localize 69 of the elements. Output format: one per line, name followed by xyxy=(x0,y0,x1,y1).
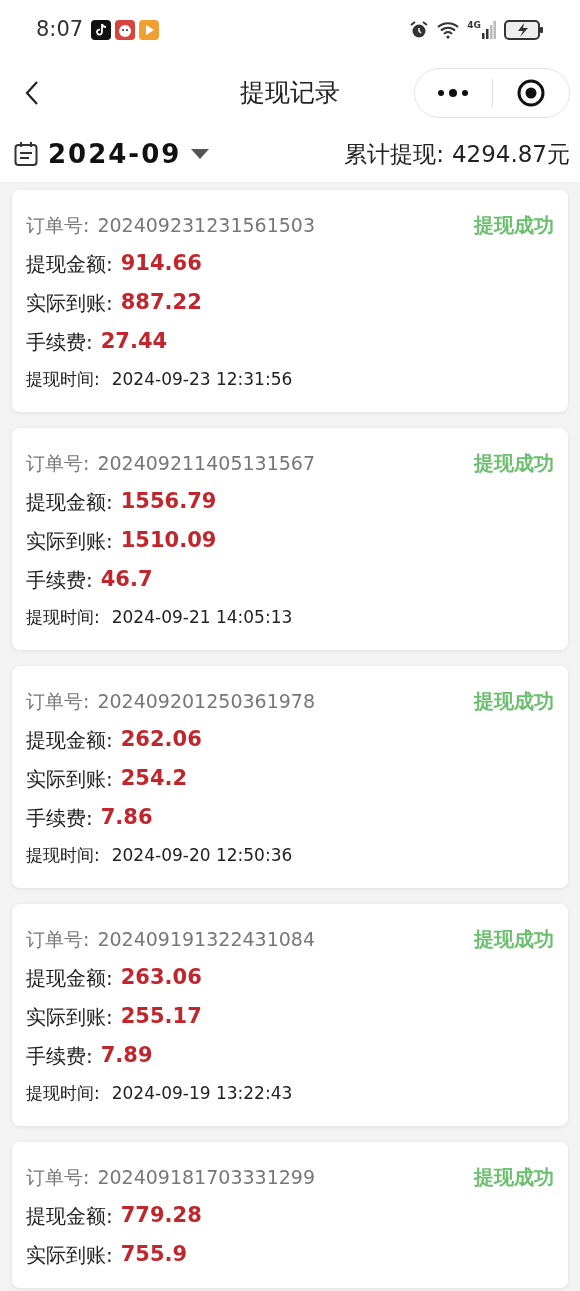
field-label: 提现金额: xyxy=(26,727,113,754)
signal-icon xyxy=(482,21,496,39)
time-value: 2024-09-19 13:22:43 xyxy=(111,1082,293,1106)
time-value: 2024-09-20 12:50:36 xyxy=(111,844,293,868)
total-label: 累计提现: xyxy=(344,139,444,169)
month-picker[interactable]: 2024-09 xyxy=(14,134,210,174)
status-text: 提现成功 xyxy=(474,926,554,953)
order-label: 订单号: xyxy=(26,212,90,238)
amount-value: 263.06 xyxy=(120,964,202,992)
order-label: 订单号: xyxy=(26,450,90,476)
dropdown-caret-icon xyxy=(191,149,210,159)
amount-value: 262.06 xyxy=(120,726,202,754)
field-label: 手续费: xyxy=(26,805,93,832)
alarm-icon xyxy=(409,20,430,40)
amount-value: 914.66 xyxy=(120,250,202,278)
time-label: 提现时间: xyxy=(26,1082,100,1106)
order-number: 202409211405131567 xyxy=(97,450,315,476)
field-label: 手续费: xyxy=(26,329,93,356)
field-label: 实际到账: xyxy=(26,1242,113,1269)
back-icon xyxy=(25,80,39,106)
field-label: 实际到账: xyxy=(26,528,113,555)
order-label: 订单号: xyxy=(26,688,90,714)
amount-value: 7.89 xyxy=(100,1042,153,1070)
status-text: 提现成功 xyxy=(474,688,554,715)
battery-charging-icon xyxy=(504,20,544,40)
amount-value: 7.86 xyxy=(100,804,153,832)
status-text: 提现成功 xyxy=(474,212,554,239)
field-label: 实际到账: xyxy=(26,290,113,317)
amount-value: 46.7 xyxy=(100,566,153,594)
amount-value: 254.2 xyxy=(120,765,188,793)
field-label: 提现金额: xyxy=(26,1203,113,1230)
mascot-app-icon xyxy=(115,20,136,40)
amount-value: 755.9 xyxy=(120,1241,188,1269)
order-number: 202409231231561503 xyxy=(97,212,315,238)
time-label: 提现时间: xyxy=(26,368,100,392)
total-value: 4294.87元 xyxy=(451,139,570,169)
field-label: 提现金额: xyxy=(26,489,113,516)
play-app-icon xyxy=(139,20,160,40)
amount-value: 255.17 xyxy=(120,1003,202,1031)
field-label: 提现金额: xyxy=(26,251,113,278)
network-label: 4G xyxy=(467,21,481,30)
time-value: 2024-09-21 14:05:13 xyxy=(111,606,293,630)
calendar-icon xyxy=(14,141,38,167)
order-number: 202409201250361978 xyxy=(97,688,315,714)
field-label: 提现金额: xyxy=(26,965,113,992)
field-label: 实际到账: xyxy=(26,766,113,793)
amount-value: 1556.79 xyxy=(120,488,217,516)
wifi-icon xyxy=(437,21,460,39)
time-label: 提现时间: xyxy=(26,844,100,868)
amount-value: 887.22 xyxy=(120,289,202,317)
amount-value: 27.44 xyxy=(100,328,168,356)
field-label: 手续费: xyxy=(26,567,93,594)
time-value: 2024-09-23 12:31:56 xyxy=(111,368,293,392)
order-label: 订单号: xyxy=(26,1164,90,1190)
field-label: 实际到账: xyxy=(26,1004,113,1031)
page-title: 提现记录 xyxy=(240,77,340,110)
order-number: 202409181703331299 xyxy=(97,1164,315,1190)
amount-value: 1510.09 xyxy=(120,527,217,555)
status-text: 提现成功 xyxy=(474,1164,554,1191)
target-icon xyxy=(515,78,546,108)
more-icon xyxy=(437,88,470,98)
time-label: 提现时间: xyxy=(26,606,100,630)
order-label: 订单号: xyxy=(26,926,90,952)
order-number: 202409191322431084 xyxy=(97,926,315,952)
status-text: 提现成功 xyxy=(474,450,554,477)
music-app-icon xyxy=(91,20,112,40)
amount-value: 779.28 xyxy=(120,1202,202,1230)
field-label: 手续费: xyxy=(26,1043,93,1070)
status-time: 8:07 xyxy=(36,16,84,44)
